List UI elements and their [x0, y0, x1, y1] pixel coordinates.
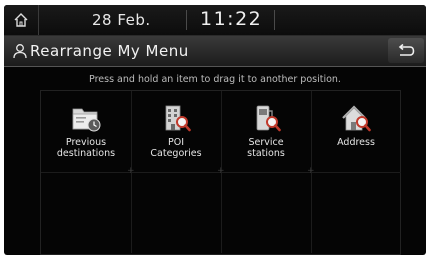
menu-item-label: Previous: [65, 137, 107, 148]
divider: [186, 10, 187, 30]
menu-item-label: Categories: [150, 148, 202, 159]
back-button[interactable]: [388, 38, 424, 63]
address-icon: [342, 105, 371, 132]
grid-slot[interactable]: [221, 172, 312, 253]
menu-grid: + + + Previous destinations POI Categori…: [40, 90, 401, 255]
display: 28 Feb. 11:22 Rearrange My Menu Press an…: [4, 5, 426, 255]
menu-item-address[interactable]: Address: [311, 91, 401, 172]
menu-item-label: POI: [167, 137, 184, 148]
previous-destinations-icon: [72, 108, 101, 132]
clock: 11:22: [200, 8, 263, 30]
service-stations-icon: [256, 105, 281, 132]
person-icon: [13, 44, 27, 59]
menu-item-service-stations[interactable]: Service stations: [221, 91, 311, 172]
menu-item-label: destinations: [56, 148, 116, 159]
menu-item-label: stations: [247, 148, 285, 159]
grid-slot[interactable]: [311, 172, 401, 253]
menu-item-previous-destinations[interactable]: Previous destinations: [41, 91, 131, 172]
divider: [274, 10, 275, 30]
instruction-text: Press and hold an item to drag it to ano…: [89, 74, 341, 85]
menu-item-label: Service: [248, 137, 284, 148]
status-bar: 28 Feb. 11:22: [4, 5, 426, 36]
page-title: Rearrange My Menu: [30, 42, 189, 60]
home-button[interactable]: [4, 5, 39, 35]
poi-categories-icon: [165, 105, 191, 132]
title-bar: Rearrange My Menu: [4, 36, 426, 67]
date-label: 28 Feb.: [92, 11, 151, 29]
home-icon: [14, 13, 28, 27]
menu-item-poi-categories[interactable]: POI Categories: [131, 91, 221, 172]
grid-slot[interactable]: [41, 172, 132, 253]
back-arrow-icon: [398, 43, 415, 56]
menu-item-label: Address: [337, 137, 375, 148]
screen-frame: 28 Feb. 11:22 Rearrange My Menu Press an…: [0, 0, 431, 261]
grid-slot[interactable]: [131, 172, 222, 253]
